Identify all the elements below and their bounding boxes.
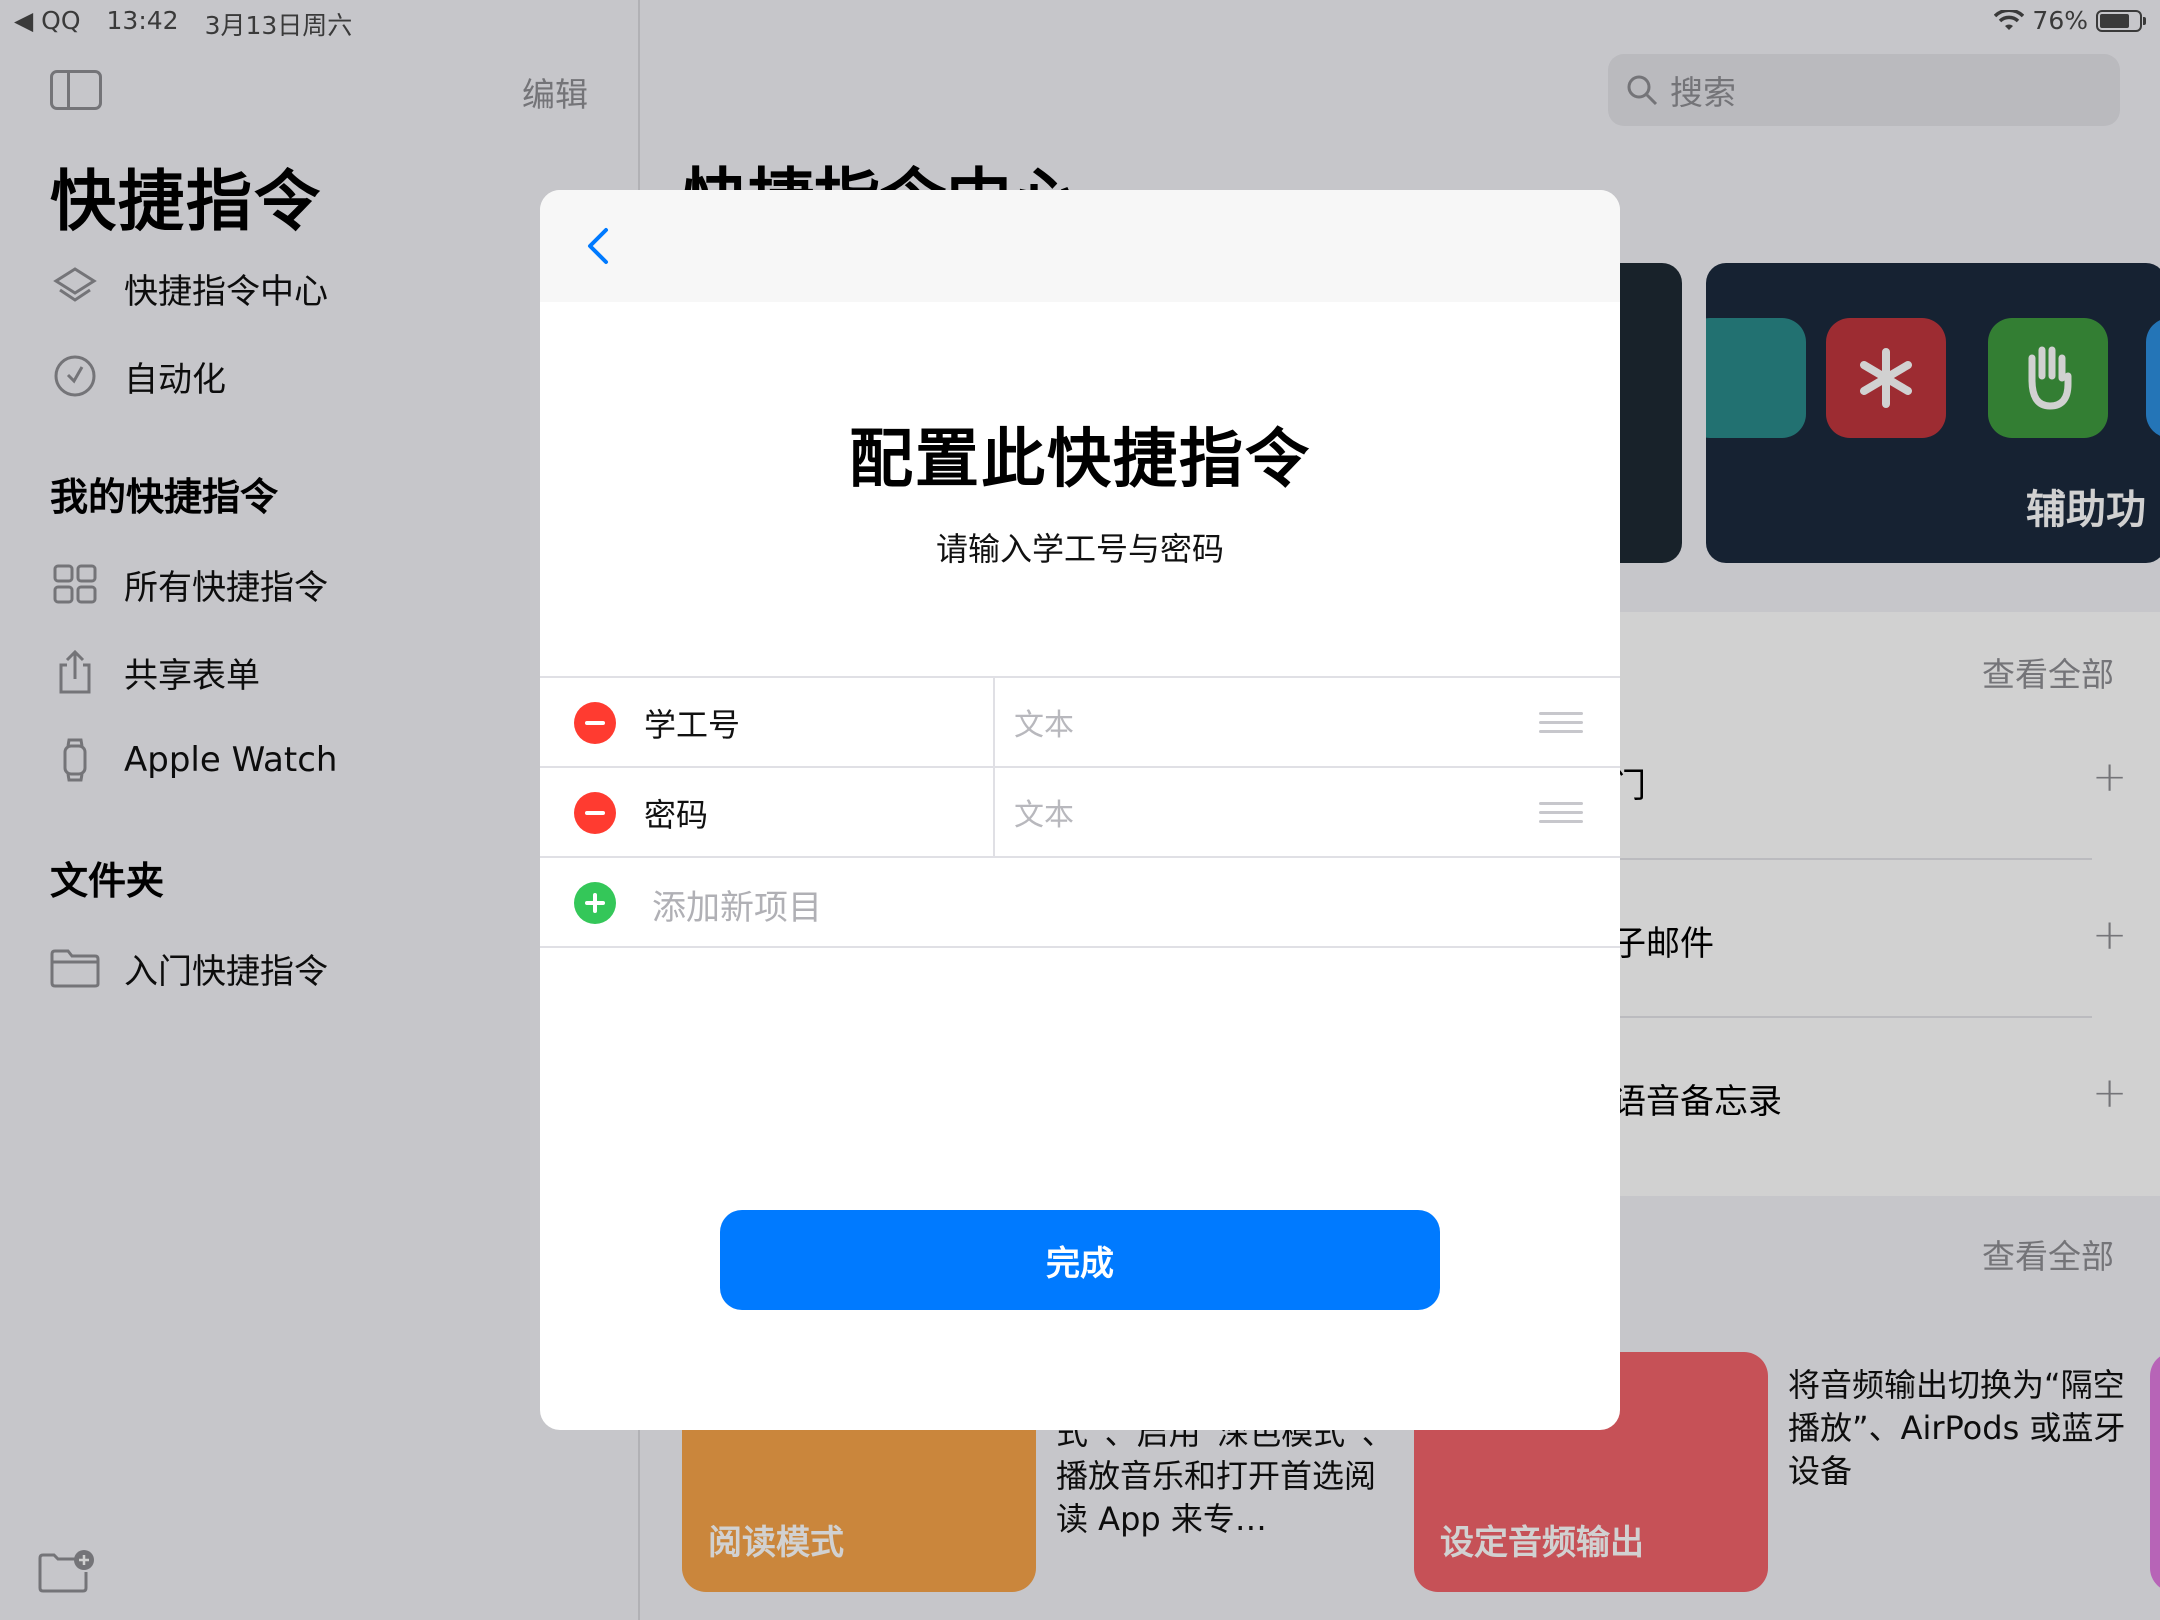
- battery-icon: [2096, 9, 2146, 32]
- reorder-handle-icon[interactable]: [1539, 712, 1583, 734]
- done-button[interactable]: 完成: [720, 1210, 1440, 1310]
- delete-item-icon[interactable]: [574, 702, 616, 744]
- field-label[interactable]: 密码: [644, 790, 708, 836]
- status-date: 3月13日周六: [204, 11, 353, 40]
- reorder-handle-icon[interactable]: [1539, 802, 1583, 824]
- field-value-input[interactable]: 文本: [1014, 700, 1074, 744]
- battery-percent: 76%: [2032, 6, 2088, 35]
- status-bar: ◀ QQ 13:42 3月13日周六 76%: [0, 0, 2160, 40]
- add-item-label[interactable]: 添加新项目: [652, 880, 822, 929]
- column-divider: [993, 678, 995, 768]
- dialog-title: 配置此快捷指令: [849, 423, 1311, 497]
- wifi-icon: [1994, 9, 2025, 30]
- back-chevron-icon[interactable]: [580, 226, 620, 266]
- field-value-input[interactable]: 文本: [1014, 790, 1074, 834]
- dialog-subtitle: 请输入学工号与密码: [935, 530, 1224, 568]
- dialog-header: [540, 190, 1620, 302]
- back-to-app-link[interactable]: ◀ QQ: [14, 6, 81, 42]
- divider: [540, 946, 1620, 948]
- field-label[interactable]: 学工号: [644, 700, 740, 746]
- add-item-icon[interactable]: [574, 882, 616, 924]
- add-new-item-row[interactable]: 添加新项目: [540, 858, 1620, 948]
- field-row-password: 密码 文本: [540, 768, 1620, 858]
- delete-item-icon[interactable]: [574, 792, 616, 834]
- column-divider: [993, 768, 995, 858]
- field-row-student-id: 学工号 文本: [540, 678, 1620, 768]
- configure-shortcut-dialog: 配置此快捷指令 请输入学工号与密码 学工号 文本 密码 文本 添加新项目 完成: [540, 190, 1620, 1430]
- status-time: 13:42: [106, 6, 179, 35]
